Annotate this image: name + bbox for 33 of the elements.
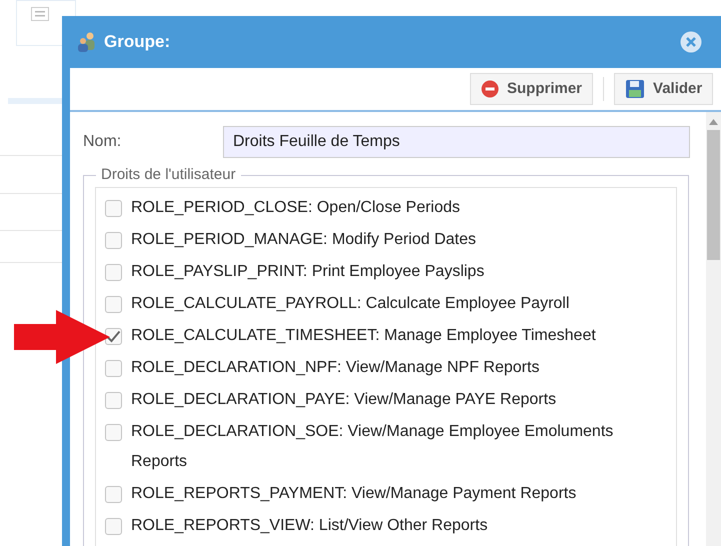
scrollbar[interactable] [706,112,721,546]
name-label: Nom: [83,132,122,152]
checkbox[interactable] [105,424,122,440]
checkbox[interactable] [105,392,122,408]
checkbox[interactable] [105,360,122,376]
checkbox[interactable] [105,328,122,344]
checkbox[interactable] [105,200,122,216]
close-icon[interactable] [680,31,702,53]
check-icon [106,330,121,342]
scroll-up-icon[interactable] [709,119,718,125]
scrollbar-thumb[interactable] [707,130,720,260]
name-field[interactable]: Droits Feuille de Temps [223,126,690,158]
checkbox[interactable] [105,296,122,312]
minus-circle-icon [481,80,499,98]
checkbox[interactable] [105,486,122,502]
dialog-title: Groupe: [104,31,170,54]
grid-icon [31,7,49,21]
right-label: ROLE_DECLARATION_PAYE: View/Manage PAYE Reports [131,390,558,410]
right-label: ROLE_CALCULATE_PAYROLL: Calculcate Employee Payroll [131,294,570,314]
delete-button[interactable]: Supprimer [470,73,594,105]
right-label: ROLE_DECLARATION_NPF: View/Manage NPF Reports [131,358,540,378]
checkbox[interactable] [105,232,122,248]
right-label: ROLE_PAYSLIP_PRINT: Print Employee Payslips [131,262,486,282]
save-button[interactable]: Valider [614,73,714,105]
right-label: ROLE_REPORTS_PAYMENT: View/Manage Payment Reports [131,484,578,504]
rights-legend: Droits de l'utilisateur [96,164,241,186]
checkbox[interactable] [105,518,122,534]
right-label: ROLE_REPORTS_VIEW: List/View Other Reports [131,516,489,536]
checkbox[interactable] [105,264,122,280]
right-label: ROLE_PERIOD_MANAGE: Modify Period Dates [131,230,478,250]
right-label: ROLE_DECLARATION_SOE: View/Manage Employee Emoluments Reports [131,422,614,472]
right-label: ROLE_CALCULATE_TIMESHEET: Manage Employee Timesheet [131,326,597,346]
right-label: ROLE_PERIOD_CLOSE: Open/Close Periods [131,198,462,218]
